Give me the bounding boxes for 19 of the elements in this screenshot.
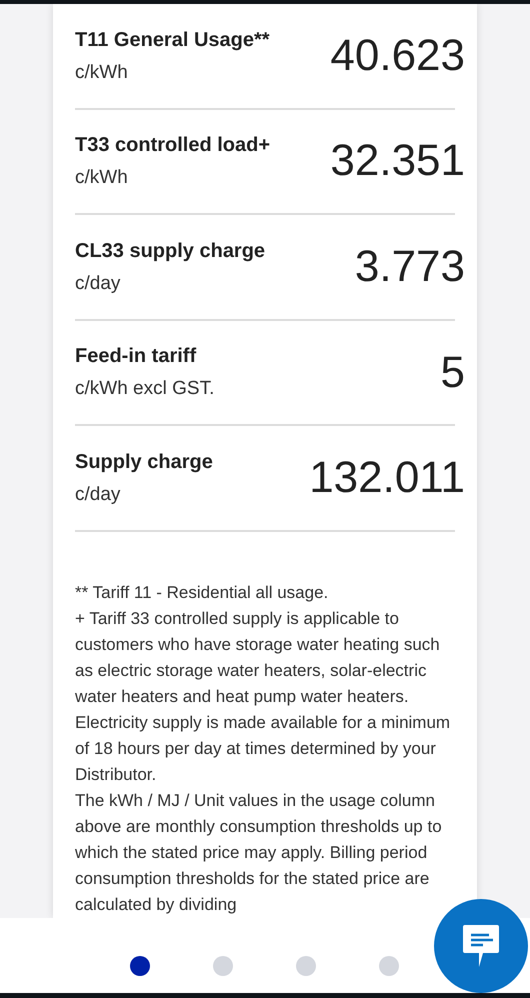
rate-label: T11 General Usage** <box>75 28 270 53</box>
rate-unit: c/day <box>75 272 122 296</box>
rate-unit: c/kWh <box>75 166 129 190</box>
rate-value: 3.773 <box>354 240 465 293</box>
rate-value: 132.011 <box>309 452 465 504</box>
rate-value: 5 <box>440 346 465 399</box>
rate-unit: c/kWh excl GST. <box>75 377 214 402</box>
rate-label: Supply charge <box>75 450 213 475</box>
rate-label: T33 controlled load+ <box>75 133 270 158</box>
chat-icon <box>461 923 501 969</box>
rate-value: 40.623 <box>330 30 465 82</box>
note-paragraph: The kWh / MJ / Unit values in the usage column above are monthly consumption thresholds up to which the stated price may apply. Billing period consumption thresholds for the stated price are calculated by dividing <box>75 790 443 916</box>
note-paragraph: ** Tariff 11 - Residential all usage. <box>75 582 330 604</box>
rate-unit: c/day <box>75 482 122 507</box>
rate-label: CL33 supply charge <box>75 238 266 264</box>
rate-value: 32.351 <box>330 135 465 188</box>
rate-label: Feed-in tariff <box>75 344 198 370</box>
note-paragraph: + Tariff 33 controlled supply is applicable to customers who have storage water heating such as electric storage water heaters, solar-electric water heaters and heat pump water heaters. Electricity supply is made available for a minimum of 18 hours per day at times determined by your Distributor. <box>75 608 452 786</box>
rate-unit: c/kWh <box>75 60 129 85</box>
